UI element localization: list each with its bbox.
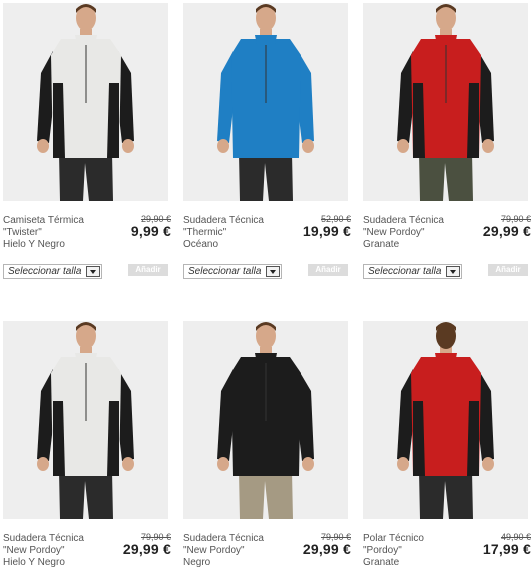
sale-price: 29,99 € xyxy=(302,541,351,557)
product-image[interactable] xyxy=(3,321,168,519)
product-name[interactable]: Sudadera Técnica "Thermic" Océano xyxy=(183,215,264,251)
product-name[interactable]: Polar Técnico "Pordoy" Granate xyxy=(363,533,424,569)
sale-price: 29,99 € xyxy=(482,223,531,239)
left-hand xyxy=(217,457,229,471)
right-hand xyxy=(302,139,314,153)
size-select[interactable]: Seleccionar talla xyxy=(3,264,102,279)
left-hand xyxy=(37,457,49,471)
product-name-line2: "New Pordoy" xyxy=(3,545,65,556)
size-select-label: Seleccionar talla xyxy=(368,266,442,277)
product-color: Hielo Y Negro xyxy=(3,557,65,568)
right-hand xyxy=(122,457,134,471)
size-select-label: Seleccionar talla xyxy=(8,266,82,277)
product-color: Hielo Y Negro xyxy=(3,239,65,250)
product-name-line2: "New Pordoy" xyxy=(183,545,245,556)
add-to-cart-button[interactable]: Añadir xyxy=(128,264,168,276)
product-name-line2: "Thermic" xyxy=(183,227,227,238)
collar xyxy=(435,353,457,363)
product-image[interactable] xyxy=(183,321,348,519)
side-panel-right xyxy=(107,83,119,158)
sale-price: 17,99 € xyxy=(482,541,531,557)
right-hand xyxy=(302,457,314,471)
left-hand xyxy=(397,139,409,153)
left-hand xyxy=(397,457,409,471)
product-color: Negro xyxy=(183,557,211,568)
product-image[interactable] xyxy=(3,3,168,201)
side-panel-right xyxy=(107,401,119,476)
product-name-line1: Sudadera Técnica xyxy=(183,215,264,226)
chevron-down-icon[interactable] xyxy=(86,266,100,277)
product-name-line2: "New Pordoy" xyxy=(363,227,425,238)
add-to-cart-button[interactable]: Añadir xyxy=(488,264,528,276)
side-panel-left xyxy=(413,401,425,476)
add-to-cart-button[interactable]: Añadir xyxy=(308,264,348,276)
chevron-down-icon[interactable] xyxy=(266,266,280,277)
side-panel-right xyxy=(467,83,479,158)
size-select-label: Seleccionar talla xyxy=(188,266,262,277)
product-image[interactable] xyxy=(363,321,528,519)
chevron-down-icon[interactable] xyxy=(446,266,460,277)
product-name[interactable]: Camiseta Térmica "Twister" Hielo Y Negro xyxy=(3,215,84,251)
right-hand xyxy=(482,139,494,153)
collar xyxy=(255,353,277,363)
side-panel-left xyxy=(53,401,65,476)
side-panel-left xyxy=(53,83,65,158)
product-color: Granate xyxy=(363,557,400,568)
product-name-line2: "Twister" xyxy=(3,227,42,238)
left-hand xyxy=(37,139,49,153)
side-panel-right xyxy=(467,401,479,476)
product-color: Océano xyxy=(183,239,219,250)
collar xyxy=(75,35,97,45)
right-hand xyxy=(482,457,494,471)
product-image[interactable] xyxy=(183,3,348,201)
product-name-line1: Sudadera Técnica xyxy=(363,215,444,226)
product-name[interactable]: Sudadera Técnica "New Pordoy" Negro xyxy=(183,533,264,569)
collar xyxy=(255,35,277,45)
product-image[interactable] xyxy=(363,3,528,201)
sale-price: 29,99 € xyxy=(122,541,171,557)
sale-price: 19,99 € xyxy=(302,223,351,239)
product-name-line2: "Pordoy" xyxy=(363,545,402,556)
sale-price: 9,99 € xyxy=(130,223,171,239)
collar xyxy=(75,353,97,363)
size-select[interactable]: Seleccionar talla xyxy=(363,264,462,279)
size-select[interactable]: Seleccionar talla xyxy=(183,264,282,279)
product-name-line1: Sudadera Técnica xyxy=(3,533,84,544)
side-panel-left xyxy=(413,83,425,158)
product-name-line1: Camiseta Térmica xyxy=(3,215,84,226)
collar xyxy=(435,35,457,45)
product-color: Granate xyxy=(363,239,400,250)
product-name-line1: Polar Técnico xyxy=(363,533,424,544)
product-name-line1: Sudadera Técnica xyxy=(183,533,264,544)
left-hand xyxy=(217,139,229,153)
product-name[interactable]: Sudadera Técnica "New Pordoy" Granate xyxy=(363,215,444,251)
right-hand xyxy=(122,139,134,153)
product-name[interactable]: Sudadera Técnica "New Pordoy" Hielo Y Ne… xyxy=(3,533,84,569)
